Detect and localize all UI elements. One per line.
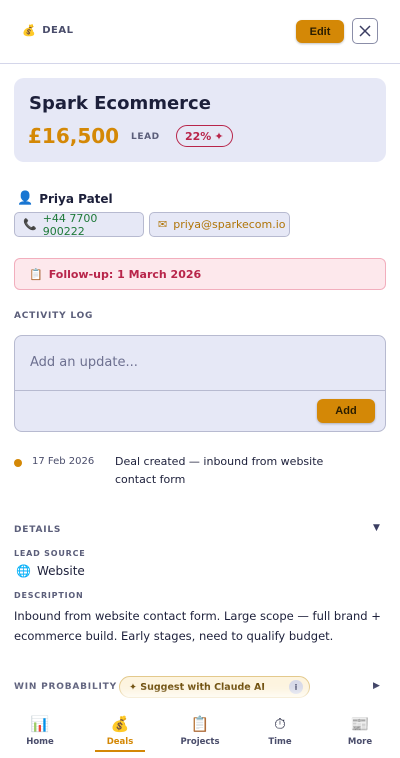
activity-date: 17 Feb 2026 [32, 456, 95, 467]
tab-time[interactable]: ⏱ Time [250, 715, 310, 747]
tab-label: Projects [180, 737, 220, 747]
timeline-dot [14, 459, 22, 467]
lead-source-label: LEAD SOURCE [14, 549, 86, 558]
activity-entry: 17 Feb 2026 Deal created — inbound from … [14, 452, 386, 492]
clipboard-icon: 📋 [190, 715, 210, 733]
tab-label: Home [26, 737, 54, 747]
mail-icon: ✉ [158, 218, 168, 231]
update-input[interactable] [28, 346, 372, 378]
deal-title: Spark Ecommerce [29, 93, 211, 114]
probability-badge[interactable]: 22% ✦ [176, 125, 233, 147]
sparkle-icon: ✦ [214, 129, 224, 143]
stopwatch-icon: ⏱ [274, 715, 286, 733]
followup-banner: 📋 Follow-up: 1 March 2026 [14, 258, 386, 290]
tab-deals[interactable]: 💰 Deals [90, 715, 150, 752]
edit-button[interactable]: Edit [296, 20, 344, 43]
chevron-right-icon[interactable]: ▶ [373, 681, 380, 691]
newspaper-icon: 📰 [350, 715, 370, 733]
tab-label: Deals [106, 737, 134, 747]
deal-summary-card: Spark Ecommerce £16,500 LEAD 22% ✦ [14, 78, 386, 162]
breadcrumb-label: DEAL [42, 25, 74, 36]
divider [15, 390, 385, 391]
close-button[interactable] [352, 18, 378, 44]
win-probability-label: WIN PROBABILITY [14, 682, 117, 692]
suggest-label: ✦ Suggest with Claude AI [129, 681, 265, 693]
deal-stage: LEAD [131, 132, 160, 142]
lead-source-value: Website [36, 564, 85, 578]
suggest-with-claude-button[interactable]: ✦ Suggest with Claude AI i [119, 676, 310, 698]
close-icon [359, 25, 371, 37]
contact-name-text: Priya Patel [39, 191, 113, 206]
tab-more[interactable]: 📰 More [330, 715, 390, 747]
activity-text: Deal created — inbound from website cont… [115, 455, 324, 486]
email-chip[interactable]: ✉ priya@sparkecom.io [149, 212, 290, 237]
phone-chip[interactable]: 📞 +44 7700 900222 [14, 211, 144, 238]
description-text: Inbound from website contact form. Large… [14, 609, 381, 643]
chevron-down-icon[interactable]: ▼ [373, 523, 380, 533]
chart-icon: 📊 [30, 715, 50, 733]
contact-name: 👤 Priya Patel [17, 191, 113, 206]
app-header: 💰 DEAL Edit [0, 0, 400, 64]
globe-icon: 🌐 [16, 564, 31, 578]
activity-log-label: ACTIVITY LOG [14, 311, 94, 321]
tab-label: Time [268, 737, 292, 747]
money-bag-icon: 💰 [110, 715, 130, 733]
win-probability-row: WIN PROBABILITY ✦ Suggest with Claude AI… [14, 676, 386, 698]
update-composer: Add [14, 335, 386, 432]
calendar-icon: 📋 [29, 267, 43, 281]
tab-home[interactable]: 📊 Home [10, 715, 70, 747]
email-address: priya@sparkecom.io [173, 218, 286, 231]
probability-value: 22% [185, 129, 212, 143]
add-update-button[interactable]: Add [317, 399, 375, 423]
money-bag-icon: 💰 [22, 24, 37, 37]
phone-icon: 📞 [23, 218, 37, 231]
description-label: DESCRIPTION [14, 591, 84, 600]
followup-text: Follow-up: 1 March 2026 [48, 267, 202, 281]
tab-projects[interactable]: 📋 Projects [170, 715, 230, 747]
tab-label: More [347, 737, 373, 747]
bottom-tab-bar: 📊 Home 💰 Deals 📋 Projects ⏱ Time 📰 More [0, 700, 400, 758]
details-label: DETAILS [14, 525, 62, 535]
person-icon: 👤 [17, 191, 34, 206]
breadcrumb: 💰 DEAL [22, 24, 73, 37]
deal-value: £16,500 [28, 124, 120, 148]
lead-source: 🌐 Website [16, 564, 85, 578]
info-icon[interactable]: i [289, 680, 303, 694]
phone-number: +44 7700 900222 [42, 211, 98, 238]
